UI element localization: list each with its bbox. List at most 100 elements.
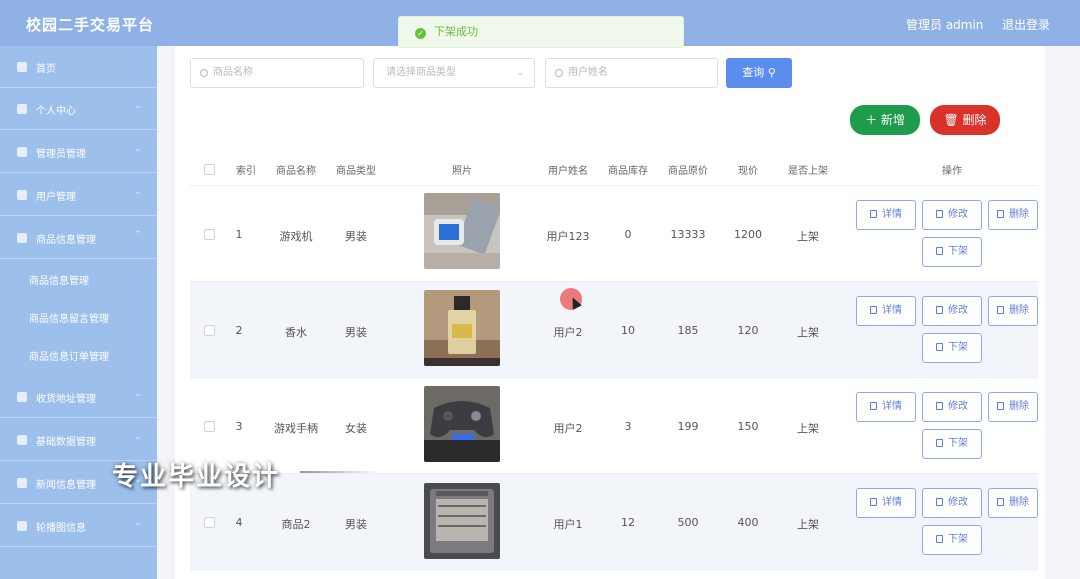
sidebar-item-basic-data[interactable]: 基础数据管理 ⌄ (0, 419, 157, 461)
edit-label: 修改 (948, 401, 968, 412)
sidebar-item-label: 首页 (36, 64, 56, 75)
row-checkbox[interactable] (204, 229, 215, 240)
sidebar-item-address[interactable]: 收货地址管理 ⌄ (0, 376, 157, 418)
detail-button[interactable]: 详情 (856, 200, 916, 230)
goods-type-select[interactable]: 请选择商品类型 ⌄ (373, 58, 535, 88)
delete-button[interactable]: 删除 (988, 488, 1038, 518)
edit-button[interactable]: 修改 (922, 488, 982, 518)
sidebar-item-label: 新闻信息管理 (36, 480, 96, 491)
edit-button[interactable]: 修改 (922, 200, 982, 230)
sidebar-item-home[interactable]: 首页 (0, 46, 157, 88)
sidebar-item-users[interactable]: 用户管理 ⌄ (0, 174, 157, 216)
sidebar-item-carousel[interactable]: 轮播图信息 ⌄ (0, 505, 157, 547)
select-all-checkbox[interactable] (204, 164, 215, 175)
cell-on-shelf: 上架 (797, 518, 819, 531)
news-icon (17, 478, 27, 488)
row-checkbox[interactable] (204, 325, 215, 336)
cell-name: 游戏机 (279, 230, 313, 243)
toast-message: 下架成功 (434, 25, 478, 38)
document-icon (870, 306, 877, 314)
offline-label: 下架 (948, 246, 968, 257)
col-actions: 操作 (942, 166, 962, 177)
detail-label: 详情 (882, 497, 902, 508)
chevron-down-icon: ⌄ (134, 518, 142, 528)
image-icon (17, 521, 27, 531)
success-toast: ✓ 下架成功 (398, 16, 684, 48)
cell-user: 用户1 (553, 518, 583, 531)
delete-label: 删除 (1009, 497, 1029, 508)
edit-button[interactable]: 修改 (922, 392, 982, 422)
edit-label: 修改 (948, 305, 968, 316)
document-icon (936, 343, 943, 351)
delete-button[interactable]: 删除 (988, 392, 1038, 422)
cell-price: 150 (737, 420, 759, 433)
col-type: 商品类型 (336, 166, 376, 177)
sidebar-item-profile[interactable]: 个人中心 ⌄ (0, 88, 157, 130)
edit-button[interactable]: 修改 (922, 296, 982, 326)
add-button[interactable]: ＋ 新增 (850, 105, 920, 135)
trash-icon (997, 306, 1004, 314)
offline-button[interactable]: 下架 (922, 333, 982, 363)
detail-button[interactable]: 详情 (856, 488, 916, 518)
sidebar-subitem-goods-comments[interactable]: 商品信息留言管理 (0, 298, 157, 336)
row-checkbox[interactable] (204, 421, 215, 432)
cell-type: 男装 (345, 230, 367, 243)
goods-type-placeholder: 请选择商品类型 (386, 67, 456, 78)
cell-type: 女装 (345, 422, 367, 435)
cell-name: 游戏手柄 (274, 422, 318, 435)
batch-delete-button[interactable]: 🗑 删除 (930, 105, 1000, 135)
row-checkbox[interactable] (204, 517, 215, 528)
cell-original-price: 13333 (670, 228, 706, 241)
document-icon (936, 439, 943, 447)
offline-label: 下架 (948, 534, 968, 545)
sidebar-subitem-goods-orders[interactable]: 商品信息订单管理 (0, 336, 157, 374)
cell-name: 商品2 (281, 518, 311, 531)
success-check-icon: ✓ (415, 28, 426, 39)
col-on-shelf: 是否上架 (788, 166, 828, 177)
sidebar-item-label: 个人中心 (36, 106, 76, 117)
chevron-down-icon: ⌄ (134, 432, 142, 442)
offline-button[interactable]: 下架 (922, 429, 982, 459)
document-icon (936, 247, 943, 255)
game-console-photo (424, 193, 500, 269)
sidebar-item-label: 收货地址管理 (36, 394, 96, 405)
cell-index: 4 (235, 516, 243, 529)
delete-button[interactable]: 删除 (988, 200, 1038, 230)
sidebar-item-goods[interactable]: 商品信息管理 ⌃ (0, 217, 157, 259)
chevron-down-icon: ⌄ (134, 389, 142, 399)
cell-original-price: 185 (677, 324, 699, 337)
cell-type: 男装 (345, 518, 367, 531)
cell-stock: 12 (621, 516, 635, 529)
offline-button[interactable]: 下架 (922, 525, 982, 555)
cell-stock: 10 (621, 324, 635, 337)
gamepad-photo (424, 386, 500, 462)
app-title: 校园二手交易平台 (26, 16, 155, 34)
user-name-input[interactable]: 用户姓名 (545, 58, 718, 88)
plus-icon: ＋ (865, 113, 878, 127)
admin-icon (17, 147, 27, 157)
trash-icon (997, 498, 1004, 506)
detail-button[interactable]: 详情 (856, 392, 916, 422)
sidebar-subitem-goods[interactable]: 商品信息管理 (0, 260, 157, 298)
cell-stock: 0 (624, 228, 632, 241)
goods-name-input[interactable]: 商品名称 (190, 58, 364, 88)
offline-button[interactable]: 下架 (922, 237, 982, 267)
cell-on-shelf: 上架 (797, 326, 819, 339)
detail-button[interactable]: 详情 (856, 296, 916, 326)
document-icon (870, 402, 877, 410)
sidebar-item-admins[interactable]: 管理员管理 ⌄ (0, 131, 157, 173)
sidebar-item-label: 轮播图信息 (36, 523, 86, 534)
col-price: 现价 (738, 166, 758, 177)
offline-label: 下架 (948, 438, 968, 449)
search-button[interactable]: 查询 ⚲ (726, 58, 792, 88)
chevron-down-icon: ⌄ (134, 101, 142, 111)
user-icon (17, 104, 27, 114)
cell-user: 用户2 (553, 422, 583, 435)
logout-link[interactable]: 退出登录 (1002, 16, 1050, 33)
users-icon (17, 190, 27, 200)
cell-stock: 3 (624, 420, 632, 433)
sidebar-item-label: 商品信息管理 (36, 235, 96, 246)
cell-index: 3 (235, 420, 243, 433)
table-row: 2 香水 男装 用户2 10 185 120 上架 详情 修改 删除 下架 (190, 282, 1038, 378)
delete-button[interactable]: 删除 (988, 296, 1038, 326)
